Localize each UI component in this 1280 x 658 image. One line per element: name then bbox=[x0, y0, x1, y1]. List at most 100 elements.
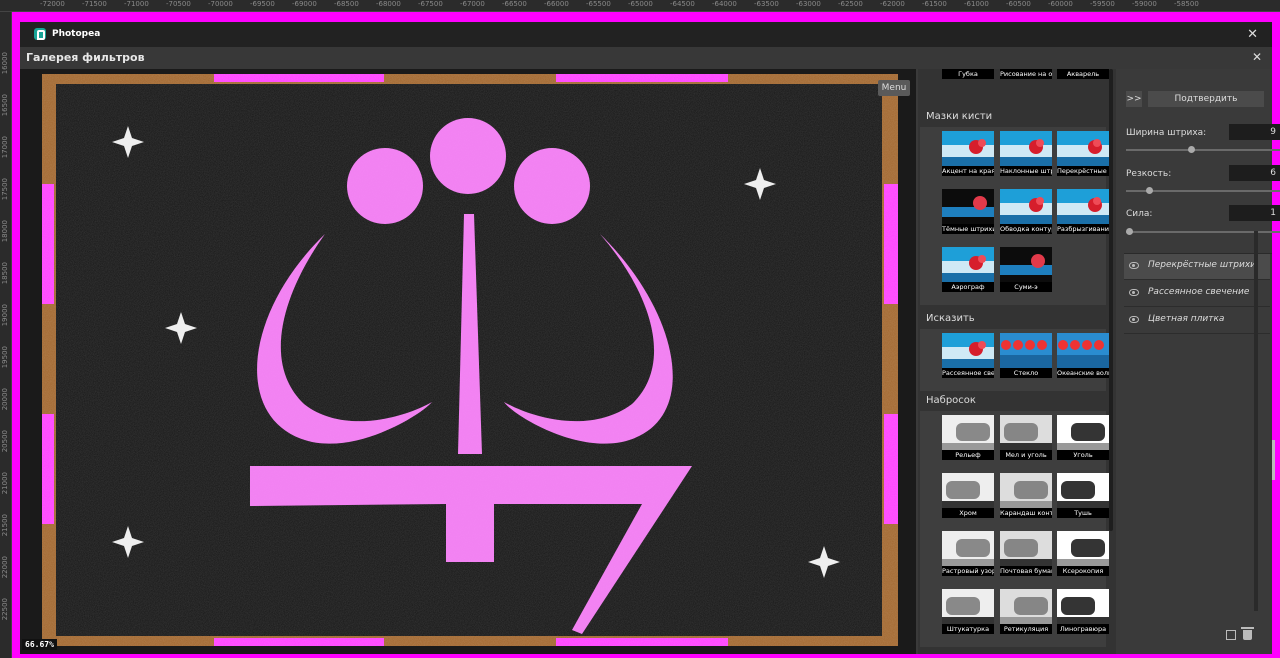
strength-slider-thumb[interactable] bbox=[1126, 228, 1133, 235]
filter-category-header[interactable]: Набросок bbox=[920, 391, 1106, 411]
filter-thumbnail-image bbox=[1000, 333, 1052, 369]
filter-thumbnail[interactable]: Губка bbox=[942, 69, 994, 79]
sharpness-slider[interactable] bbox=[1126, 187, 1280, 194]
eye-icon[interactable] bbox=[1129, 262, 1139, 269]
stroke-width-slider[interactable] bbox=[1126, 146, 1280, 153]
filter-thumbnail-label: Океанские волны bbox=[1057, 368, 1109, 378]
layers-scrollbar[interactable] bbox=[1254, 231, 1258, 611]
filter-thumbnail-label: Штукатурка bbox=[942, 624, 994, 634]
close-icon[interactable]: ✕ bbox=[1252, 50, 1262, 64]
filter-thumbnail[interactable]: Штукатурка bbox=[942, 589, 994, 634]
filter-thumbnail[interactable]: Перекрёстные штрихи bbox=[1057, 131, 1109, 176]
filter-thumbnail-image bbox=[1000, 247, 1052, 283]
window-scrollbar[interactable] bbox=[1272, 440, 1275, 480]
filter-thumbnail[interactable]: Растровый узор bbox=[942, 531, 994, 576]
new-layer-icon[interactable] bbox=[1226, 630, 1236, 640]
ruler-tick: -63500 bbox=[754, 0, 779, 8]
zoom-level: 66.67% bbox=[22, 639, 57, 650]
ruler-tick: 19000 bbox=[1, 304, 9, 327]
filter-thumbnail-label: Рассеянное свечение bbox=[942, 368, 994, 378]
ruler-tick: -60500 bbox=[1006, 0, 1031, 8]
filter-preview[interactable]: Menu 66.67% bbox=[20, 69, 916, 654]
ruler-tick: 16000 bbox=[1, 52, 9, 75]
filter-thumbnail[interactable]: Океанские волны bbox=[1057, 333, 1109, 378]
filter-thumbnail-label: Рельеф bbox=[942, 450, 994, 460]
ruler-tick: -65000 bbox=[628, 0, 653, 8]
collapse-library-button[interactable]: >> bbox=[1126, 91, 1142, 107]
filter-thumbnail-image bbox=[942, 247, 994, 283]
eye-icon[interactable] bbox=[1129, 289, 1139, 296]
sharpness-slider-thumb[interactable] bbox=[1145, 187, 1153, 194]
ruler-tick: -60000 bbox=[1048, 0, 1073, 8]
filter-thumbnail[interactable]: Акварель bbox=[1057, 69, 1109, 79]
preview-menu-button[interactable]: Menu bbox=[878, 80, 910, 96]
ruler-tick: -68500 bbox=[334, 0, 359, 8]
library-scrollbar[interactable] bbox=[1109, 69, 1113, 531]
ruler-tick: -68000 bbox=[376, 0, 401, 8]
sharpness-label: Резкость: bbox=[1126, 169, 1172, 179]
filter-thumbnail-image bbox=[1057, 333, 1109, 369]
filter-thumbnail[interactable]: Суми-э bbox=[1000, 247, 1052, 292]
filter-thumbnail-image bbox=[942, 415, 994, 451]
filter-thumbnail-label: Мел и уголь bbox=[1000, 450, 1052, 460]
stroke-width-input[interactable]: 9 bbox=[1229, 124, 1280, 140]
filter-thumbnail-label: Акцент на краях bbox=[942, 166, 994, 176]
filter-thumbnail[interactable]: Рельеф bbox=[942, 415, 994, 460]
strength-label: Сила: bbox=[1126, 209, 1153, 219]
filter-thumbnail[interactable]: Ксерокопия bbox=[1057, 531, 1109, 576]
ruler-tick: -59000 bbox=[1132, 0, 1157, 8]
ruler-tick: -62000 bbox=[880, 0, 905, 8]
filter-thumbnail[interactable]: Ретикуляция bbox=[1000, 589, 1052, 634]
filter-thumbnail-image bbox=[1057, 131, 1109, 167]
filter-thumbnail-label: Тушь bbox=[1057, 508, 1109, 518]
filter-layer-item[interactable]: Перекрёстные штрихи bbox=[1124, 254, 1270, 280]
eye-icon[interactable] bbox=[1129, 316, 1139, 323]
filter-thumbnail[interactable]: Карандаш контур bbox=[1000, 473, 1052, 518]
filter-thumbnail-label: Обводка контура bbox=[1000, 224, 1052, 234]
filter-thumbnail[interactable]: Обводка контура bbox=[1000, 189, 1052, 234]
filter-thumbnail[interactable]: Линогравюра bbox=[1057, 589, 1109, 634]
ruler-tick: -67000 bbox=[460, 0, 485, 8]
filter-settings: >> Подтвердить Ширина штриха: 9 Резкость… bbox=[1118, 69, 1280, 654]
screen: -72000 -71500 -71000 -70500 -70000 -69500 -690… bbox=[0, 0, 1280, 658]
filter-category-header[interactable]: Мазки кисти bbox=[920, 107, 1106, 127]
filter-thumbnail-label: Акварель bbox=[1057, 69, 1109, 79]
trash-icon[interactable] bbox=[1241, 627, 1254, 640]
filter-thumbnail[interactable]: Почтовая бумага bbox=[1000, 531, 1052, 576]
filter-thumbnail[interactable]: Мел и уголь bbox=[1000, 415, 1052, 460]
filter-thumbnail[interactable]: Аэрограф bbox=[942, 247, 994, 292]
ruler-tick: -64500 bbox=[670, 0, 695, 8]
filter-thumbnail-label: Аэрограф bbox=[942, 282, 994, 292]
filter-thumbnail[interactable]: Тушь bbox=[1057, 473, 1109, 518]
ruler-tick: 20000 bbox=[1, 388, 9, 411]
confirm-button[interactable]: Подтвердить bbox=[1148, 91, 1264, 107]
filter-layer-name: Рассеянное свечение bbox=[1148, 287, 1250, 297]
filter-thumbnail[interactable]: Тёмные штрихи bbox=[942, 189, 994, 234]
filter-thumbnail[interactable]: Рисование на обороте bbox=[1000, 69, 1052, 79]
filter-layers-list: Перекрёстные штрихи Рассеянное свечение Цв… bbox=[1124, 253, 1272, 633]
app-close-icon[interactable]: ✕ bbox=[1247, 27, 1258, 42]
filter-category-header[interactable]: Исказить bbox=[920, 309, 1106, 329]
filter-layer-item[interactable]: Рассеянное свечение bbox=[1124, 281, 1270, 307]
filter-thumbnail-image bbox=[1057, 473, 1109, 509]
filter-layer-name: Цветная плитка bbox=[1148, 314, 1225, 324]
filter-layer-item[interactable]: Цветная плитка bbox=[1124, 308, 1270, 334]
filter-thumbnail-label: Разбрызгивание bbox=[1057, 224, 1109, 234]
filter-thumbnail[interactable]: Уголь bbox=[1057, 415, 1109, 460]
filter-thumbnail[interactable]: Акцент на краях bbox=[942, 131, 994, 176]
filter-thumbnail[interactable]: Хром bbox=[942, 473, 994, 518]
strength-input[interactable]: 1 bbox=[1229, 205, 1280, 221]
filter-thumbnail-label: Рисование на обороте bbox=[1000, 69, 1052, 79]
ruler-tick: 18000 bbox=[1, 220, 9, 243]
filter-library[interactable]: Губка Рисование на обороте Акварель Мазки к… bbox=[918, 69, 1116, 654]
filter-thumbnail[interactable]: Разбрызгивание bbox=[1057, 189, 1109, 234]
ruler-tick: -61000 bbox=[964, 0, 989, 8]
sharpness-input[interactable]: 6 bbox=[1229, 165, 1280, 181]
filter-thumbnail[interactable]: Стекло bbox=[1000, 333, 1052, 378]
stroke-width-slider-thumb[interactable] bbox=[1187, 146, 1195, 153]
photopea-logo-icon bbox=[34, 28, 46, 40]
filter-thumbnail[interactable]: Рассеянное свечение bbox=[942, 333, 994, 378]
filter-thumbnail-image bbox=[1000, 473, 1052, 509]
filter-thumbnail[interactable]: Наклонные штрихи bbox=[1000, 131, 1052, 176]
ruler-tick: -65500 bbox=[586, 0, 611, 8]
